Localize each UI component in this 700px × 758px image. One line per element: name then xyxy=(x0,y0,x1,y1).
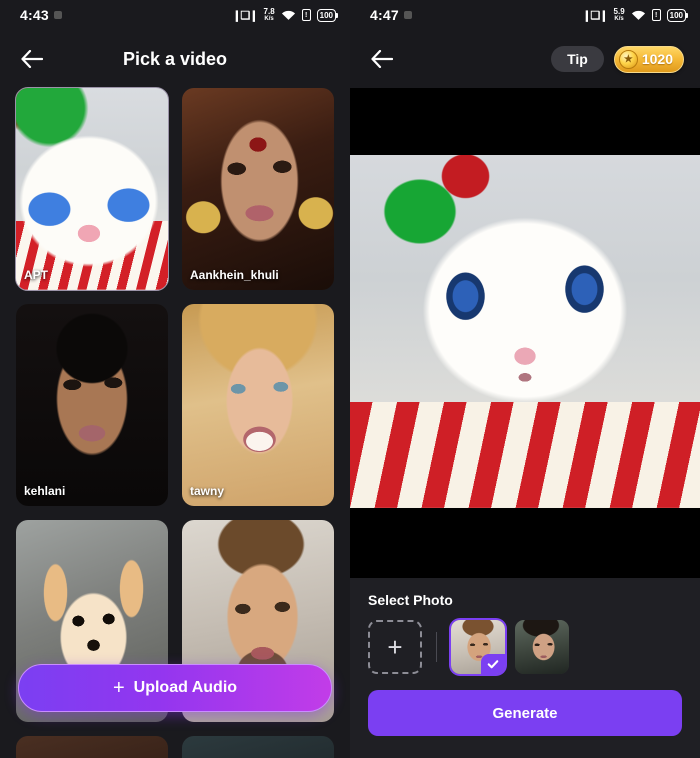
photo-thumbnail[interactable] xyxy=(515,620,569,674)
right-screen-generate: 4:47 ❙❑❙ 5.9 K/s ! 100 Tip ★ 1020 Select… xyxy=(350,0,700,758)
status-bar-left: 4:43 ❙❑❙ 7.8 K/s ! 100 xyxy=(0,0,350,30)
wifi-icon xyxy=(631,9,646,21)
wifi-icon xyxy=(281,9,296,21)
video-card[interactable]: APT xyxy=(15,87,169,291)
net-speed-value-right: 5.9 xyxy=(613,7,625,16)
header-left: Pick a video xyxy=(0,30,350,88)
network-speed-icon: 7.8 K/s xyxy=(263,7,275,23)
upload-audio-button[interactable]: + Upload Audio xyxy=(18,664,332,712)
sim-icon: ! xyxy=(651,9,661,21)
vibrate-icon: ❙❑❙ xyxy=(582,9,608,22)
network-speed-icon: 5.9 K/s xyxy=(613,7,625,23)
vibrate-icon: ❙❑❙ xyxy=(232,9,258,22)
header-actions: Tip ★ 1020 xyxy=(551,45,684,73)
net-speed-value-left: 7.8 xyxy=(263,7,275,16)
plus-icon: + xyxy=(112,677,125,699)
status-time-text-right: 4:47 xyxy=(370,7,399,23)
video-label: Aankhein_khuli xyxy=(190,268,279,282)
status-time-left: 4:43 xyxy=(20,7,62,23)
video-thumbnail xyxy=(182,736,334,758)
back-arrow-icon[interactable] xyxy=(366,43,398,75)
check-icon xyxy=(481,654,505,674)
video-preview-stage[interactable] xyxy=(350,88,700,578)
video-thumbnail xyxy=(182,88,334,290)
status-bar-right: 4:47 ❙❑❙ 5.9 K/s ! 100 xyxy=(350,0,700,30)
generate-button[interactable]: Generate xyxy=(368,690,682,736)
battery-icon: 100 xyxy=(666,8,689,22)
coin-stack-icon: ★ xyxy=(618,49,638,69)
notification-dot-icon xyxy=(53,11,62,19)
video-card[interactable]: tawny xyxy=(182,304,334,506)
select-photo-title: Select Photo xyxy=(368,592,453,608)
page-title: Pick a video xyxy=(122,48,228,69)
video-grid: APT Aankhein_khuli kehlani tawny xyxy=(0,87,350,758)
video-thumbnail xyxy=(182,304,334,506)
video-thumbnail xyxy=(16,736,168,758)
upload-audio-label: Upload Audio xyxy=(133,679,238,696)
coin-balance-value: 1020 xyxy=(641,51,673,67)
notification-dot-icon xyxy=(403,11,412,19)
video-card[interactable]: Aankhein_khuli xyxy=(182,88,334,290)
video-label: kehlani xyxy=(24,484,66,498)
status-time-text-left: 4:43 xyxy=(20,7,49,23)
coin-balance-badge[interactable]: ★ 1020 xyxy=(613,45,684,73)
tip-button[interactable]: Tip xyxy=(551,46,604,72)
video-thumbnail xyxy=(16,304,168,506)
video-card[interactable] xyxy=(16,736,168,758)
video-preview-frame xyxy=(350,155,700,508)
video-thumbnail xyxy=(16,88,168,290)
battery-icon: 100 xyxy=(316,8,339,22)
photo-list: + xyxy=(368,620,682,674)
back-arrow-icon[interactable] xyxy=(16,43,48,75)
left-screen-pick-a-video: 4:43 ❙❑❙ 7.8 K/s ! 100 Pick a video APT … xyxy=(0,0,350,758)
video-card[interactable] xyxy=(182,736,334,758)
battery-level-left: 100 xyxy=(319,10,333,20)
add-photo-button[interactable]: + xyxy=(368,620,422,674)
net-speed-unit-left: K/s xyxy=(264,16,274,22)
plus-icon: + xyxy=(387,632,403,662)
photo-thumbnail-selected[interactable] xyxy=(451,620,505,674)
status-icons-right: ❙❑❙ 5.9 K/s ! 100 xyxy=(582,7,689,23)
net-speed-unit-right: K/s xyxy=(614,16,624,22)
video-card[interactable]: kehlani xyxy=(16,304,168,506)
status-time-right: 4:47 xyxy=(370,7,412,23)
status-icons-left: ❙❑❙ 7.8 K/s ! 100 xyxy=(232,7,339,23)
battery-level-right: 100 xyxy=(669,10,683,20)
dual-screenshot-container: 4:43 ❙❑❙ 7.8 K/s ! 100 Pick a video APT … xyxy=(0,0,700,758)
photo-image xyxy=(515,620,569,674)
video-label: tawny xyxy=(190,484,225,498)
header-right: Tip ★ 1020 xyxy=(350,30,700,88)
sim-icon: ! xyxy=(301,9,311,21)
divider xyxy=(436,632,437,662)
video-label: APT xyxy=(24,268,48,282)
